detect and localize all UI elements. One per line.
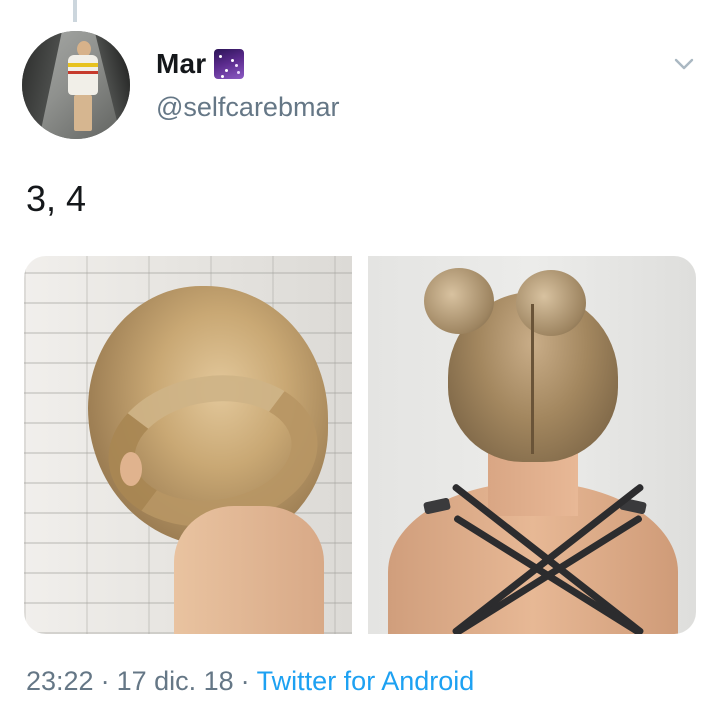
author-avatar[interactable]	[22, 31, 130, 139]
media-photo-space-buns[interactable]	[368, 256, 696, 634]
meta-separator: ·	[100, 666, 110, 696]
thread-connector-line	[73, 0, 77, 22]
tweet-meta: 23:22 · 17 dic. 18 · Twitter for Android	[26, 666, 474, 697]
author-display-name[interactable]: Mar	[156, 48, 206, 80]
tweet-date[interactable]: 17 dic. 18	[117, 666, 234, 697]
tweet-text: 3, 4	[26, 178, 87, 219]
author-handle[interactable]: @selfcarebmar	[156, 92, 339, 123]
media-photo-braided-crown[interactable]	[24, 256, 352, 634]
chevron-down-icon[interactable]	[672, 52, 696, 76]
tweet-time: 23:22	[26, 666, 94, 696]
meta-separator: ·	[240, 666, 250, 696]
milky-way-emoji-icon	[214, 49, 245, 79]
tweet-client-link[interactable]: Twitter for Android	[257, 666, 475, 697]
tweet-media-grid	[24, 256, 696, 634]
author-name-row[interactable]: Mar	[156, 48, 245, 80]
